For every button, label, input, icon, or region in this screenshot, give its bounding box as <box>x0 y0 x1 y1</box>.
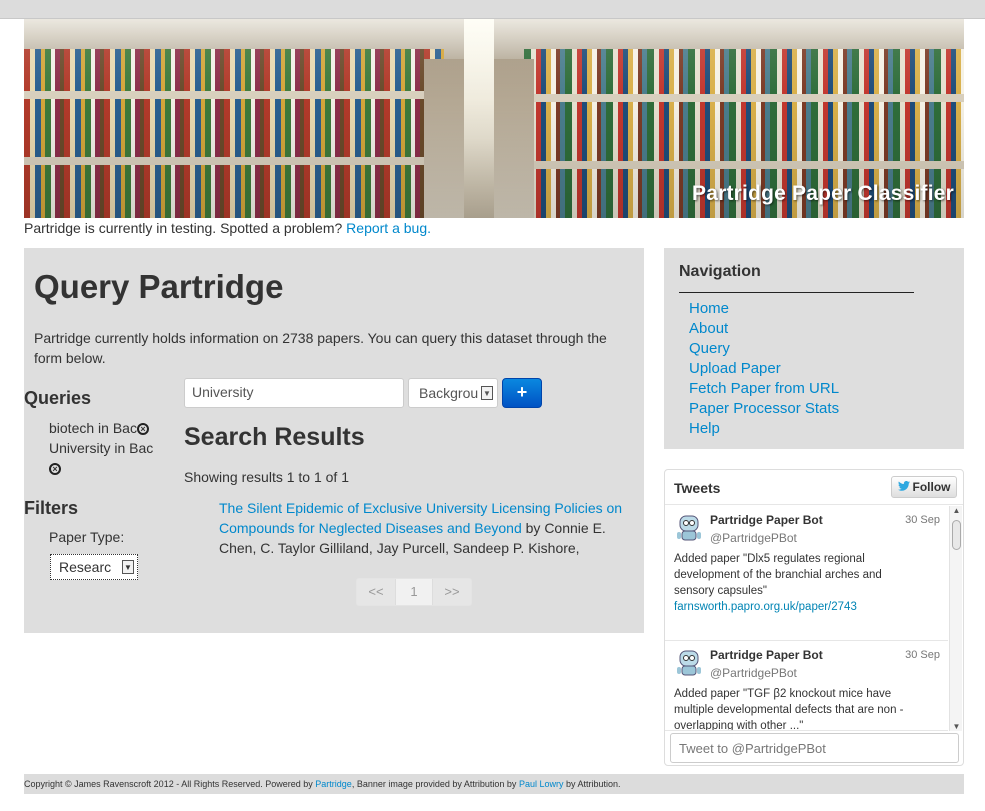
nav-fetch-paper[interactable]: Fetch Paper from URL <box>689 380 839 397</box>
query-item: × <box>49 458 159 478</box>
results-heading: Search Results <box>184 423 365 451</box>
tweet-compose-input[interactable]: Tweet to @PartridgePBot <box>670 733 959 763</box>
footer-partridge-link[interactable]: Partridge <box>315 779 352 789</box>
nav-processor-stats[interactable]: Paper Processor Stats <box>689 400 839 417</box>
scroll-down-icon[interactable]: ▼ <box>951 722 962 731</box>
tweets-widget: Tweets Follow Partridge Paper Bot @Partr… <box>664 469 964 766</box>
scroll-up-icon[interactable]: ▲ <box>951 506 962 515</box>
search-field-value: Backgrou <box>419 385 479 401</box>
search-input[interactable]: University <box>184 378 404 408</box>
follow-label: Follow <box>912 480 951 494</box>
footer: Copyright © James Ravenscroft 2012 - All… <box>24 774 964 794</box>
pagination-current[interactable]: 1 <box>395 579 433 605</box>
banner-title: Partridge Paper Classifier <box>692 182 954 205</box>
nav-about[interactable]: About <box>689 320 728 337</box>
tweets-title: Tweets <box>674 480 721 496</box>
banner: Partridge Paper Classifier <box>24 19 964 218</box>
nav-query[interactable]: Query <box>689 340 730 357</box>
tweet-date[interactable]: 30 Sep <box>905 514 940 526</box>
query-item: University in Bac <box>49 438 159 458</box>
paper-type-select[interactable]: Researc ▼ <box>50 554 138 580</box>
tweet-link[interactable]: farnsworth.papro.org.uk/paper/2743 <box>674 599 914 615</box>
tweet-item: Partridge Paper Bot @PartridgePBot 30 Se… <box>665 506 948 641</box>
tweet-text: Added paper "Dlx5 regulates regional dev… <box>674 551 914 615</box>
filters-heading: Filters <box>24 498 79 518</box>
footer-author-link[interactable]: Paul Lowry <box>519 779 564 789</box>
twitter-bird-icon <box>897 481 910 491</box>
results-count: Showing results 1 to 1 of 1 <box>184 469 349 485</box>
intro-text: Partridge currently holds information on… <box>34 330 607 366</box>
nav-help[interactable]: Help <box>689 420 720 437</box>
nav-home[interactable]: Home <box>689 300 729 317</box>
tweet-author-handle[interactable]: @PartridgePBot <box>710 666 797 680</box>
tweet-author-name[interactable]: Partridge Paper Bot <box>710 648 823 662</box>
top-bar <box>0 0 985 19</box>
footer-text: , Banner image provided by Attribution b… <box>351 779 517 789</box>
query-text: biotech in Bac <box>49 420 137 436</box>
navigation-divider <box>679 292 914 293</box>
footer-text: by Attribution. <box>565 779 621 789</box>
robot-avatar-icon <box>677 515 701 541</box>
paper-type-label: Paper Type: <box>49 529 125 545</box>
query-text: University in Bac <box>49 440 154 456</box>
pagination: << 1 >> <box>356 578 472 606</box>
tweets-scrollbar[interactable]: ▲ ▼ <box>949 506 962 731</box>
navigation-list: Home About Query Upload Paper Fetch Pape… <box>689 299 839 439</box>
footer-text: Copyright © James Ravenscroft 2012 - All… <box>24 779 313 789</box>
result-item: The Silent Epidemic of Exclusive Univers… <box>219 498 634 558</box>
tweet-author-handle[interactable]: @PartridgePBot <box>710 531 797 545</box>
robot-avatar-icon <box>677 650 701 676</box>
follow-button[interactable]: Follow <box>891 476 957 498</box>
testing-notice: Partridge is currently in testing. Spott… <box>24 220 431 236</box>
query-list: biotech in Bac × University in Bac × <box>49 418 159 478</box>
search-field-select[interactable]: Backgrou ▼ <box>408 378 498 408</box>
nav-upload-paper[interactable]: Upload Paper <box>689 360 781 377</box>
tweet-item: Partridge Paper Bot @PartridgePBot 30 Se… <box>665 641 948 731</box>
tweet-author-name[interactable]: Partridge Paper Bot <box>710 513 823 527</box>
tweets-header: Tweets Follow <box>665 470 963 505</box>
remove-query-icon[interactable]: × <box>136 423 149 436</box>
report-bug-link[interactable]: Report a bug. <box>346 220 431 236</box>
paper-type-value: Researc <box>59 559 112 575</box>
tweet-date[interactable]: 30 Sep <box>905 649 940 661</box>
query-panel: Query Partridge Partridge currently hold… <box>24 248 644 633</box>
chevron-down-icon: ▼ <box>481 386 493 400</box>
remove-query-icon[interactable]: × <box>49 463 61 476</box>
tweet-body: Added paper "Dlx5 regulates regional dev… <box>674 553 882 597</box>
notice-text: Partridge is currently in testing. Spott… <box>24 220 343 236</box>
query-item: biotech in Bac × <box>49 418 159 438</box>
chevron-down-icon: ▼ <box>122 560 134 574</box>
queries-heading: Queries <box>24 388 92 408</box>
add-query-button[interactable]: + <box>502 378 542 408</box>
page-title: Query Partridge <box>34 268 284 305</box>
pagination-prev[interactable]: << <box>357 579 395 605</box>
tweet-body: Added paper "TGF β2 knockout mice have m… <box>674 688 904 731</box>
navigation-heading: Navigation <box>679 263 761 280</box>
scroll-thumb[interactable] <box>952 520 961 550</box>
pagination-next[interactable]: >> <box>433 579 471 605</box>
tweet-text: Added paper "TGF β2 knockout mice have m… <box>674 686 914 731</box>
navigation-panel: Navigation Home About Query Upload Paper… <box>664 248 964 449</box>
